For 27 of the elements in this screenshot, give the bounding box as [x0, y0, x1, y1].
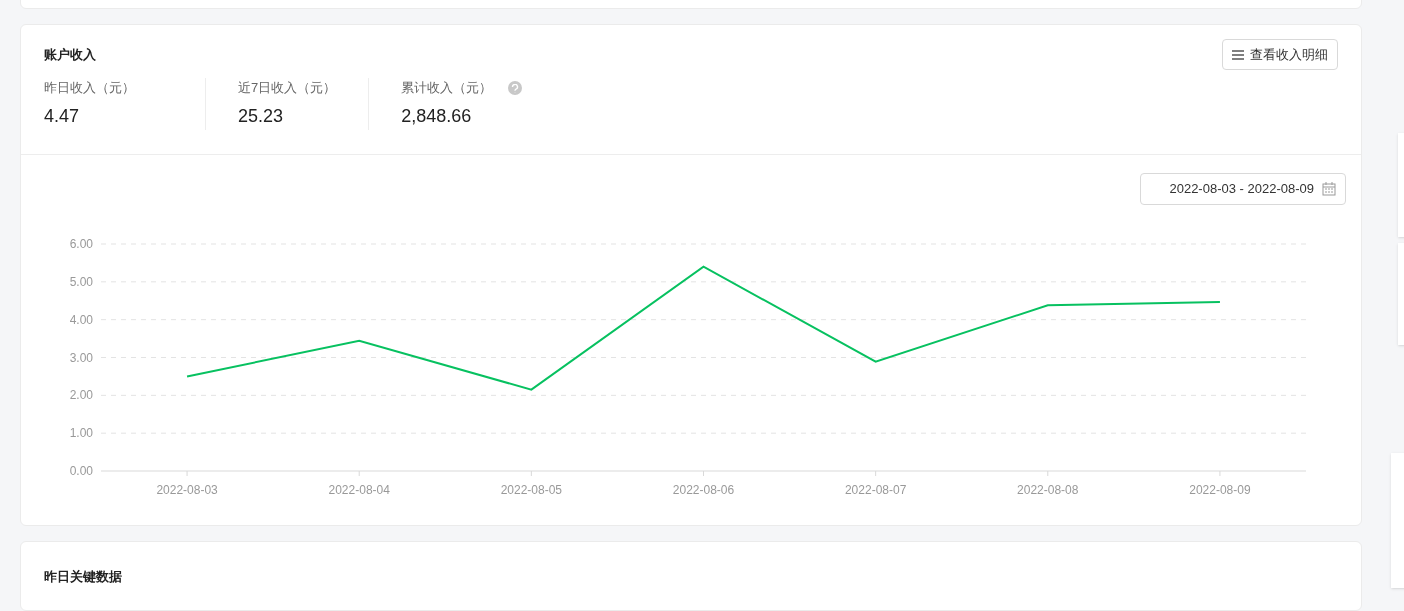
- date-range-field[interactable]: 2022-08-03 - 2022-08-09: [1140, 172, 1346, 205]
- y-tick-label: 3.00: [69, 350, 93, 365]
- y-tick-label: 5.00: [69, 274, 93, 289]
- x-tick-label: 2022-08-03: [156, 482, 218, 497]
- stat-value: 25.23: [238, 104, 285, 128]
- stat-value: 2,848.66: [401, 104, 473, 128]
- x-tick-label: 2022-08-05: [500, 482, 563, 497]
- x-tick-label: 2022-08-09: [1189, 482, 1251, 497]
- y-tick-label: 2.00: [69, 388, 93, 403]
- x-tick-label: 2022-08-04: [328, 482, 390, 497]
- menu-icon: [1232, 49, 1244, 60]
- x-tick-label: 2022-08-07: [844, 482, 907, 497]
- stat-label: 近7日收入（元）: [238, 79, 337, 98]
- view-details-button[interactable]: 查看收入明细: [1222, 39, 1338, 71]
- y-tick-label: 1.00: [69, 425, 93, 440]
- card-title: 昨日关键数据: [44, 568, 122, 584]
- stat-value: 4.47: [44, 104, 81, 128]
- help-icon[interactable]: [508, 81, 523, 95]
- card-title: 账户收入: [44, 46, 96, 64]
- x-tick-label: 2022-08-08: [1017, 482, 1079, 497]
- x-tick-label: 2022-08-06: [672, 482, 735, 497]
- y-tick-label: 4.00: [69, 312, 93, 327]
- stat-label: 昨日收入（元）: [44, 79, 135, 98]
- stat-label: 累计收入（元）: [401, 79, 493, 98]
- y-tick-label: 6.00: [69, 236, 93, 251]
- calendar-icon: [1322, 181, 1336, 196]
- y-tick-label: 0.00: [69, 463, 93, 478]
